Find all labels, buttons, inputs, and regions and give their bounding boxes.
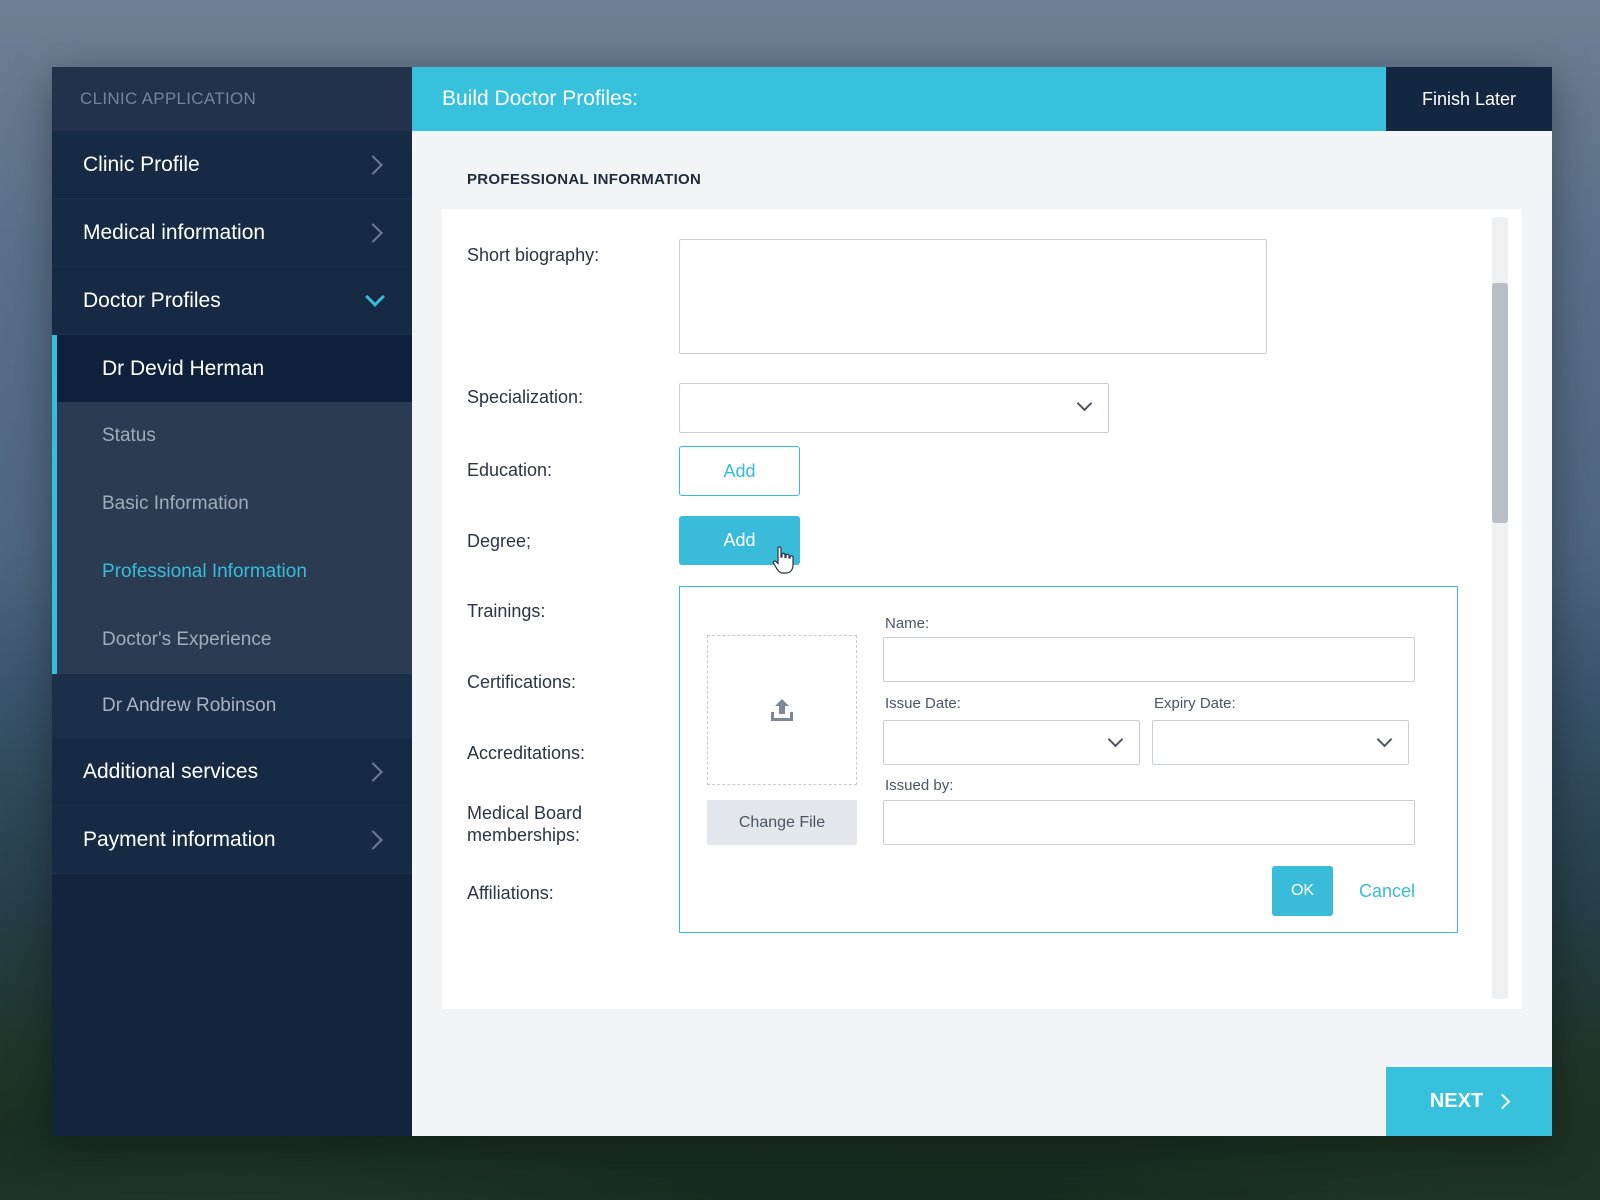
issued-by-label: Issued by: (885, 777, 954, 794)
specialization-label: Specialization: (467, 387, 584, 407)
name-label: Name: (885, 615, 930, 632)
chevron-right-icon (363, 829, 383, 850)
issue-date-select[interactable] (883, 720, 1140, 765)
chevron-right-icon (363, 154, 383, 175)
doctor-section-list: Status Basic Information Professional In… (57, 402, 412, 674)
section-title: PROFESSIONAL INFORMATION (467, 171, 702, 188)
sidebar-item-medical-information[interactable]: Medical information (52, 199, 412, 267)
sidebar-item-label: Additional services (83, 759, 259, 783)
sidebar-fill (52, 874, 412, 1136)
sidebar-subitem-professional-information[interactable]: Professional Information (57, 538, 412, 606)
chevron-down-icon (1376, 731, 1393, 748)
sidebar-item-doctor-profiles[interactable]: Doctor Profiles (52, 267, 412, 335)
page-title: Build Doctor Profiles: (442, 87, 639, 110)
name-input[interactable] (883, 637, 1415, 682)
app-title: CLINIC APPLICATION (52, 67, 412, 131)
issued-by-input[interactable] (883, 800, 1415, 845)
scrollbar[interactable] (1492, 217, 1508, 999)
education-add-button[interactable]: Add (679, 446, 800, 496)
app-window: CLINIC APPLICATION Clinic Profile Medica… (52, 67, 1552, 1136)
chevron-down-icon (1076, 395, 1093, 412)
doctor-subnav: Dr Devid Herman Status Basic Information… (52, 335, 412, 674)
hand-cursor-icon (772, 546, 794, 574)
sidebar-subitem-status[interactable]: Status (57, 402, 412, 470)
sidebar: CLINIC APPLICATION Clinic Profile Medica… (52, 67, 412, 1136)
next-button-label: NEXT (1429, 1090, 1484, 1112)
change-file-button[interactable]: Change File (707, 800, 857, 845)
sidebar-item-dr-devid-herman[interactable]: Dr Devid Herman (57, 335, 412, 402)
education-label: Education: (467, 460, 553, 480)
sidebar-item-label: Clinic Profile (83, 152, 200, 176)
expiry-date-label: Expiry Date: (1154, 695, 1236, 712)
chevron-down-icon (1107, 731, 1124, 748)
ok-button[interactable]: OK (1272, 866, 1333, 916)
issue-date-label: Issue Date: (885, 695, 961, 712)
file-upload-area[interactable] (707, 635, 857, 785)
accreditations-label: Accreditations: (467, 743, 586, 763)
upload-icon (771, 699, 793, 721)
next-button[interactable]: NEXT (1386, 1067, 1552, 1136)
sidebar-item-additional-services[interactable]: Additional services (52, 738, 412, 806)
chevron-down-icon (365, 286, 385, 307)
affiliations-label: Affiliations: (467, 883, 554, 903)
medical-board-memberships-label: Medical Board memberships: (467, 802, 582, 846)
sidebar-item-label: Payment information (83, 827, 276, 851)
sidebar-subitem-basic-information[interactable]: Basic Information (57, 470, 412, 538)
scrollbar-thumb[interactable] (1492, 283, 1508, 523)
sidebar-item-dr-andrew-robinson[interactable]: Dr Andrew Robinson (52, 674, 412, 738)
sidebar-item-clinic-profile[interactable]: Clinic Profile (52, 131, 412, 199)
cancel-button[interactable]: Cancel (1347, 866, 1427, 916)
sidebar-subitem-doctors-experience[interactable]: Doctor's Experience (57, 606, 412, 674)
short-biography-input[interactable] (679, 239, 1267, 354)
main-content: Build Doctor Profiles: Finish Later PROF… (412, 67, 1552, 1136)
finish-later-button[interactable]: Finish Later (1386, 67, 1552, 131)
sidebar-item-label: Doctor Profiles (83, 288, 221, 312)
expiry-date-select[interactable] (1152, 720, 1409, 765)
medical-board-label-line1: Medical Board (467, 803, 583, 823)
trainings-label: Trainings: (467, 601, 546, 621)
add-degree-panel: Change File Name: Issue Date: Expiry Dat… (679, 586, 1458, 933)
degree-label: Degree; (467, 531, 532, 551)
chevron-right-icon (1494, 1093, 1511, 1110)
chevron-right-icon (363, 222, 383, 243)
short-biography-label: Short biography: (467, 245, 600, 265)
certifications-label: Certifications: (467, 672, 577, 692)
form-card: Short biography: Specialization: Educati… (442, 209, 1522, 1009)
specialization-select[interactable] (679, 383, 1109, 433)
sidebar-item-label: Medical information (83, 220, 266, 244)
chevron-right-icon (363, 761, 383, 782)
medical-board-label-line2: memberships: (467, 825, 581, 845)
header-bar: Build Doctor Profiles: Finish Later (412, 67, 1552, 131)
sidebar-item-payment-information[interactable]: Payment information (52, 806, 412, 874)
